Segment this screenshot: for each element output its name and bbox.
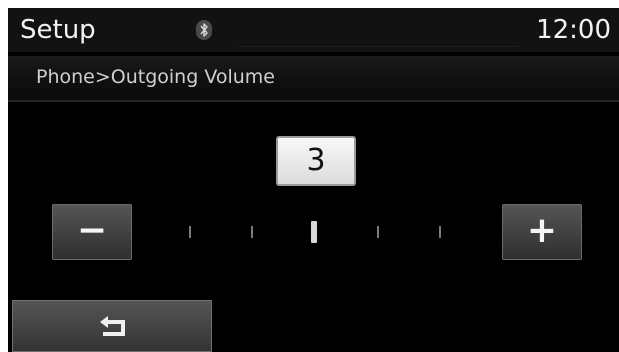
- volume-tick: [189, 226, 191, 238]
- volume-down-button[interactable]: −: [52, 204, 132, 260]
- breadcrumb: Phone>Outgoing Volume: [8, 56, 619, 102]
- title-bar: Setup 12:00: [8, 8, 619, 52]
- volume-tick: [377, 226, 379, 238]
- minus-icon: −: [76, 210, 108, 251]
- breadcrumb-text: Phone>Outgoing Volume: [36, 66, 275, 88]
- back-button[interactable]: [12, 300, 212, 352]
- back-arrow-icon: [97, 313, 129, 339]
- bluetooth-icon: [196, 20, 212, 40]
- page-title: Setup: [20, 15, 96, 45]
- title-divider: [238, 46, 518, 47]
- volume-tick-current: [311, 221, 317, 243]
- clock: 12:00: [536, 15, 611, 45]
- volume-tick: [439, 226, 441, 238]
- plus-icon: +: [526, 210, 558, 251]
- setup-screen: Setup 12:00 Phone>Outgoing Volume 3 − +: [8, 8, 619, 352]
- volume-value-display: 3: [276, 136, 356, 186]
- volume-tick: [251, 226, 253, 238]
- volume-up-button[interactable]: +: [502, 204, 582, 260]
- volume-value: 3: [306, 143, 326, 178]
